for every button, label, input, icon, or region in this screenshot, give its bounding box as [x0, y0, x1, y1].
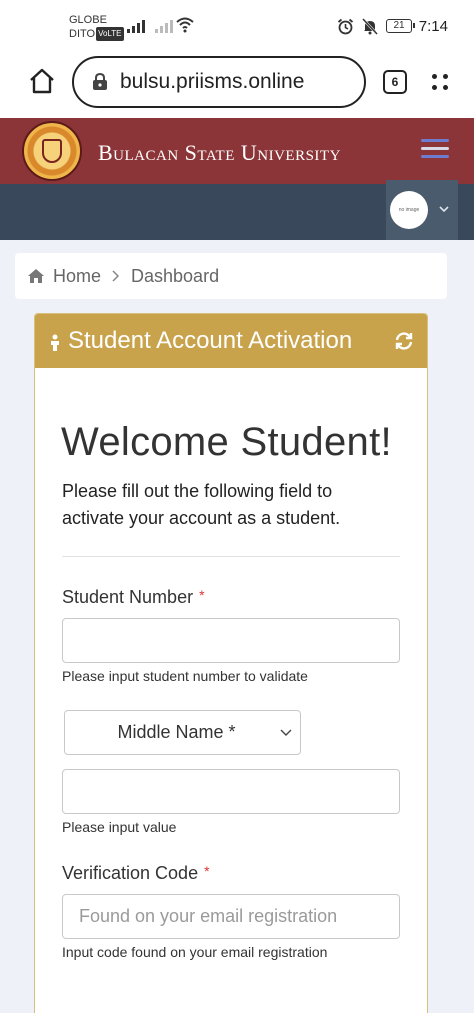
- battery-icon: 21: [386, 19, 415, 33]
- student-number-label: Student Number *: [62, 587, 205, 608]
- card-header: Student Account Activation: [35, 314, 427, 368]
- welcome-heading: Welcome Student!: [61, 420, 392, 464]
- divider: [62, 556, 400, 557]
- clock: 7:14: [418, 18, 448, 35]
- university-logo: [22, 121, 82, 181]
- more-options-icon[interactable]: [430, 72, 450, 92]
- person-icon: [51, 334, 59, 351]
- name-type-selected: Middle Name *: [117, 722, 236, 742]
- name-value-help: Please input value: [62, 819, 177, 835]
- volte-badge: VoLTE: [96, 27, 124, 41]
- breadcrumb-current: Dashboard: [131, 265, 220, 286]
- refresh-icon[interactable]: [394, 331, 414, 351]
- verification-code-input[interactable]: [62, 894, 400, 939]
- browser-toolbar: bulsu.priisms.online 6: [0, 52, 474, 118]
- wifi-icon: [176, 17, 194, 33]
- avatar[interactable]: no image: [390, 191, 428, 229]
- name-value-input[interactable]: [62, 769, 400, 814]
- university-name: Bulacan State University: [98, 140, 341, 165]
- chevron-right-icon: [112, 270, 120, 282]
- address-bar[interactable]: bulsu.priisms.online: [72, 56, 366, 108]
- carrier-name-2: DITO: [69, 28, 96, 40]
- card-title: Student Account Activation: [68, 327, 353, 354]
- verification-code-help: Input code found on your email registrat…: [62, 944, 328, 960]
- menu-toggle-icon[interactable]: [421, 137, 449, 159]
- student-number-help: Please input student number to validate: [62, 668, 308, 684]
- breadcrumb-home[interactable]: Home: [53, 266, 101, 287]
- student-number-label-text: Student Number: [62, 587, 194, 607]
- student-number-input[interactable]: [62, 618, 400, 663]
- required-mark: *: [204, 863, 210, 879]
- signal-icon: [155, 19, 173, 33]
- chevron-down-icon[interactable]: [439, 204, 449, 214]
- home-icon: [28, 269, 44, 283]
- name-type-select[interactable]: Middle Name *: [64, 710, 301, 755]
- breadcrumb: Home Dashboard: [15, 253, 447, 299]
- alarm-icon: [337, 18, 354, 35]
- site-header: Bulacan State University: [0, 118, 474, 184]
- verification-code-label-text: Verification Code: [62, 863, 199, 883]
- carrier-name: GLOBE: [69, 14, 107, 26]
- mute-icon: [362, 18, 378, 35]
- home-icon[interactable]: [28, 67, 56, 95]
- carrier-info: GLOBE DITO VoLTE: [69, 13, 124, 41]
- required-mark: *: [199, 587, 205, 603]
- signal-icon: [127, 19, 145, 33]
- lock-icon: [93, 73, 107, 90]
- status-bar: GLOBE DITO VoLTE 21 7:14: [0, 0, 474, 52]
- chevron-down-icon: [280, 729, 292, 736]
- verification-code-label: Verification Code *: [62, 863, 210, 884]
- intro-text: Please fill out the following field to a…: [62, 481, 341, 528]
- tab-switcher-button[interactable]: 6: [383, 70, 407, 94]
- url-text: bulsu.priisms.online: [120, 70, 305, 93]
